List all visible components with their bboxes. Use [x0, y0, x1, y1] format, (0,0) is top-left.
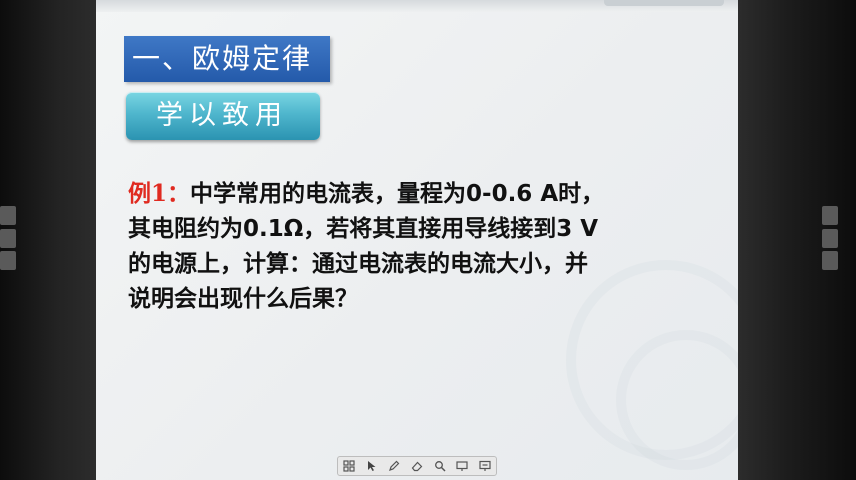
left-control-pad[interactable] [0, 206, 16, 225]
eraser-icon[interactable] [409, 458, 425, 474]
exit-presentation-icon[interactable] [477, 458, 493, 474]
right-control-pad[interactable] [822, 228, 838, 248]
magnifier-icon[interactable] [432, 458, 448, 474]
example-text: 中学常用的电流表，量程为0-0.6 A时， [190, 181, 605, 207]
left-control-pad[interactable] [0, 251, 16, 270]
section-title: 一、欧姆定律 [124, 36, 330, 82]
right-control-pad[interactable] [822, 251, 838, 270]
right-side-controls[interactable] [822, 206, 838, 270]
example-problem: 例1：中学常用的电流表，量程为0-0.6 A时， 其电阻约为0.1Ω，若将其直接… [128, 176, 708, 317]
example-line: 说明会出现什么后果？ [128, 286, 358, 312]
apply-knowledge-label: 学以致用 [156, 100, 288, 131]
example-label: 例1： [128, 180, 191, 207]
example-line: 其电阻约为0.1Ω，若将其直接用导线接到3 V [128, 216, 599, 242]
screen-icon[interactable] [454, 458, 470, 474]
pen-icon[interactable] [386, 458, 402, 474]
pointer-icon[interactable] [364, 458, 380, 474]
grid-icon[interactable] [341, 458, 357, 474]
example-line: 例1：中学常用的电流表，量程为0-0.6 A时， [128, 176, 708, 212]
left-side-controls[interactable] [0, 206, 16, 270]
right-control-pad[interactable] [822, 206, 838, 225]
apply-knowledge-button[interactable]: 学以致用 [126, 92, 320, 140]
slide-top-mark [604, 0, 724, 6]
right-bezel [738, 0, 856, 480]
left-control-pad[interactable] [0, 228, 16, 248]
section-title-text: 一、欧姆定律 [132, 42, 313, 75]
presentation-toolbar [337, 456, 497, 476]
presentation-slide: 一、欧姆定律 学以致用 例1：中学常用的电流表，量程为0-0.6 A时， 其电阻… [96, 0, 738, 480]
example-line: 的电源上，计算：通过电流表的电流大小，并 [128, 251, 588, 277]
